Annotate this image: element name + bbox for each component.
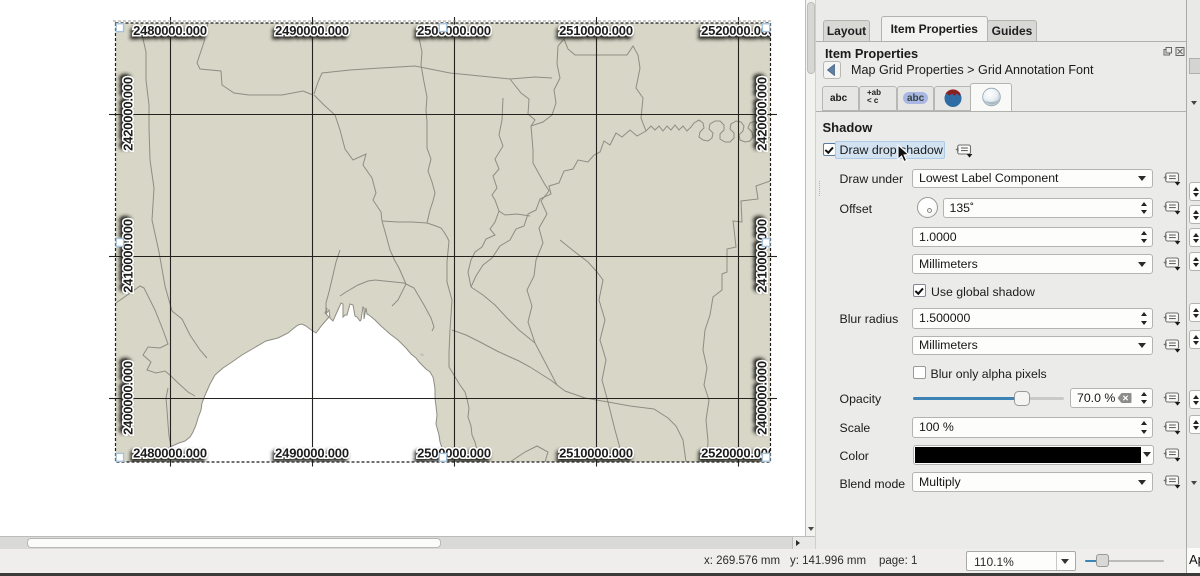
svg-text:2410000.000: 2410000.000 xyxy=(121,219,136,293)
svg-text:2400000.000: 2400000.000 xyxy=(755,361,770,435)
svg-text:2410000.000: 2410000.000 xyxy=(755,219,770,293)
svg-text:2500000.000: 2500000.000 xyxy=(417,23,491,38)
svg-text:2490000.000: 2490000.000 xyxy=(275,23,349,38)
svg-text:2420000.000: 2420000.000 xyxy=(755,77,770,151)
svg-text:2400000.000: 2400000.000 xyxy=(121,361,136,435)
svg-text:2480000.000: 2480000.000 xyxy=(133,23,207,38)
svg-text:2510000.000: 2510000.000 xyxy=(559,446,633,461)
svg-text:2510000.000: 2510000.000 xyxy=(559,23,633,38)
svg-text:2480000.000: 2480000.000 xyxy=(133,446,207,461)
svg-text:2420000.000: 2420000.000 xyxy=(121,77,136,151)
svg-text:2490000.000: 2490000.000 xyxy=(275,446,349,461)
svg-text:2500000.000: 2500000.000 xyxy=(417,446,491,461)
